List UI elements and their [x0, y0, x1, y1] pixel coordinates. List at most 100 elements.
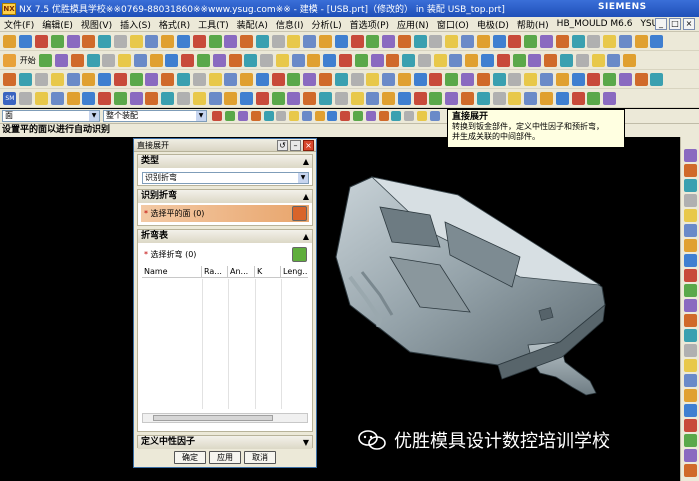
- toolbar-tool-icon[interactable]: [417, 53, 431, 67]
- toolbar-tool-icon[interactable]: [208, 72, 222, 86]
- selection-tool-icon[interactable]: [404, 111, 415, 121]
- close-icon[interactable]: ×: [303, 140, 314, 151]
- toolbar-tool-icon[interactable]: [224, 72, 238, 86]
- toolbar-tool-icon[interactable]: [287, 34, 301, 48]
- toolbar-tool-icon[interactable]: [255, 34, 269, 48]
- scrollbar-thumb[interactable]: [153, 415, 273, 421]
- start-menu-button[interactable]: 开始: [20, 55, 36, 66]
- toolbar-tool-icon[interactable]: [413, 91, 427, 105]
- resource-tab-icon[interactable]: [684, 314, 697, 327]
- toolbar-tool-icon[interactable]: [571, 34, 585, 48]
- toolbar-tool-icon[interactable]: [287, 91, 301, 105]
- resource-tab-icon[interactable]: [684, 449, 697, 462]
- toolbar-tool-icon[interactable]: [539, 72, 553, 86]
- collapse-icon[interactable]: –: [290, 140, 301, 151]
- selection-scope-select[interactable]: 整个装配 ▼: [103, 110, 207, 122]
- toolbar-tool-icon[interactable]: [539, 91, 553, 105]
- resource-tab-icon[interactable]: [684, 269, 697, 282]
- toolbar-tool-icon[interactable]: [82, 34, 96, 48]
- toolbar-tool-icon[interactable]: [161, 72, 175, 86]
- toolbar-tool-icon[interactable]: [66, 34, 80, 48]
- toolbar-tool-icon[interactable]: [98, 34, 112, 48]
- toolbar-tool-icon[interactable]: [429, 34, 443, 48]
- toolbar-tool-icon[interactable]: [50, 34, 64, 48]
- toolbar-tool-icon[interactable]: [382, 91, 396, 105]
- toolbar-tool-icon[interactable]: [402, 53, 416, 67]
- toolbar-tool-icon[interactable]: [149, 53, 163, 67]
- toolbar-tool-icon[interactable]: [260, 53, 274, 67]
- toolbar-tool-icon[interactable]: [492, 72, 506, 86]
- face-select-icon[interactable]: [292, 206, 307, 221]
- bend-select-icon[interactable]: [292, 247, 307, 262]
- toolbar-tool-icon[interactable]: [133, 53, 147, 67]
- toolbar-tool-icon[interactable]: [429, 72, 443, 86]
- toolbar-tool-icon[interactable]: [350, 91, 364, 105]
- toolbar-tool-icon[interactable]: [145, 34, 159, 48]
- toolbar-tool-icon[interactable]: [370, 53, 384, 67]
- toolbar-tool-icon[interactable]: [176, 34, 190, 48]
- toolbar-tool-icon[interactable]: [303, 34, 317, 48]
- selection-tool-icon[interactable]: [365, 111, 376, 121]
- cancel-button[interactable]: 取消: [244, 450, 276, 464]
- menu-information[interactable]: 信息(I): [272, 18, 308, 31]
- toolbar-tool-icon[interactable]: [397, 34, 411, 48]
- toolbar-tool-icon[interactable]: [271, 91, 285, 105]
- toolbar-tool-icon[interactable]: [481, 53, 495, 67]
- menu-electrode[interactable]: 电极(D): [473, 18, 513, 31]
- toolbar-tool-icon[interactable]: [508, 91, 522, 105]
- selection-tool-icon[interactable]: [301, 111, 312, 121]
- toolbar-tool-icon[interactable]: [461, 34, 475, 48]
- minimize-button[interactable]: _: [655, 18, 667, 30]
- resource-tab-icon[interactable]: [684, 284, 697, 297]
- toolbar-tool-icon[interactable]: [397, 72, 411, 86]
- toolbar-tool-icon[interactable]: [618, 34, 632, 48]
- menu-insert[interactable]: 插入(S): [116, 18, 155, 31]
- toolbar-tool-icon[interactable]: [492, 91, 506, 105]
- toolbar-tool-icon[interactable]: [98, 91, 112, 105]
- toolbar-tool-icon[interactable]: [413, 34, 427, 48]
- selection-tool-icon[interactable]: [340, 111, 351, 121]
- toolbar-tool-icon[interactable]: [603, 72, 617, 86]
- menu-file[interactable]: 文件(F): [0, 18, 38, 31]
- toolbar-tool-icon[interactable]: [291, 53, 305, 67]
- toolbar-tool-icon[interactable]: [208, 34, 222, 48]
- toolbar-tool-icon[interactable]: [240, 34, 254, 48]
- menu-analysis[interactable]: 分析(L): [308, 18, 346, 31]
- toolbar-tool-icon[interactable]: [350, 72, 364, 86]
- toolbar-tool-icon[interactable]: [634, 72, 648, 86]
- toolbar-tool-icon[interactable]: [603, 91, 617, 105]
- toolbar-tool-icon[interactable]: [165, 53, 179, 67]
- toolbar-tool-icon[interactable]: [366, 34, 380, 48]
- toolbar-tool-icon[interactable]: [192, 72, 206, 86]
- toolbar-tool-icon[interactable]: [86, 53, 100, 67]
- selection-tool-icon[interactable]: [314, 111, 325, 121]
- toolbar-tool-icon[interactable]: [113, 34, 127, 48]
- toolbar-tool-icon[interactable]: [118, 53, 132, 67]
- toolbar-tool-icon[interactable]: [66, 72, 80, 86]
- selection-tool-icon[interactable]: [289, 111, 300, 121]
- toolbar-tool-icon[interactable]: [433, 53, 447, 67]
- toolbar-tool-icon[interactable]: [334, 72, 348, 86]
- menu-window[interactable]: 窗口(O): [433, 18, 473, 31]
- resource-tab-icon[interactable]: [684, 404, 697, 417]
- toolbar-tool-icon[interactable]: [39, 53, 53, 67]
- toolbar-tool-icon[interactable]: [650, 34, 664, 48]
- menu-application[interactable]: 应用(N): [393, 18, 433, 31]
- toolbar-tool-icon[interactable]: [571, 91, 585, 105]
- toolbar-tool-icon[interactable]: [512, 53, 526, 67]
- toolbar-tool-icon[interactable]: [255, 91, 269, 105]
- resource-tab-icon[interactable]: [684, 239, 697, 252]
- toolbar-tool-icon[interactable]: [571, 72, 585, 86]
- toolbar-tool-icon[interactable]: [176, 72, 190, 86]
- selection-tool-icon[interactable]: [212, 111, 223, 121]
- select-bend-row[interactable]: * 选择折弯 (0): [141, 246, 309, 263]
- toolbar-tool-icon[interactable]: [334, 91, 348, 105]
- toolbar-tool-icon[interactable]: [575, 53, 589, 67]
- menu-assembly[interactable]: 装配(A): [233, 18, 272, 31]
- resource-tab-icon[interactable]: [684, 374, 697, 387]
- toolbar-tool-icon[interactable]: [445, 34, 459, 48]
- menu-hb-mould[interactable]: HB_MOULD M6.6: [553, 19, 637, 29]
- menu-tools[interactable]: 工具(T): [194, 18, 233, 31]
- toolbar-tool-icon[interactable]: [366, 91, 380, 105]
- toolbar-tool-icon[interactable]: [334, 34, 348, 48]
